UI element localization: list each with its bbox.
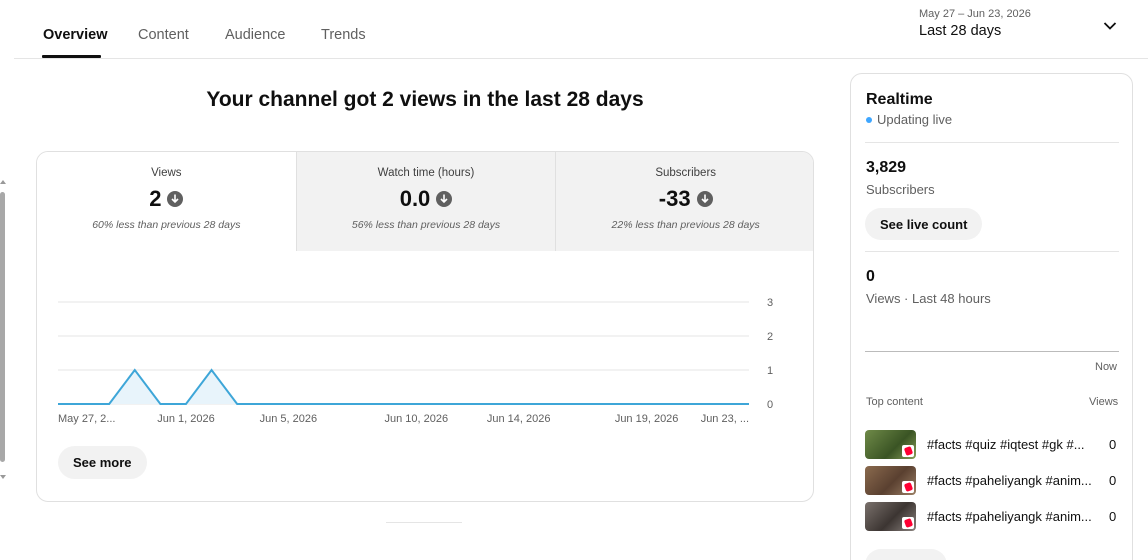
date-range-dates: May 27 – Jun 23, 2026 (919, 8, 1031, 20)
views-column-header: Views (1089, 396, 1119, 408)
video-views: 0 (1109, 473, 1117, 488)
live-status-text: Updating live (877, 112, 953, 127)
metric-subscribers[interactable]: Subscribers -33 22% less than previous 2… (555, 152, 813, 251)
now-label: Now (1095, 361, 1118, 373)
realtime-views-label: Views · Last 48 hours (866, 291, 991, 306)
x-tick-label: Jun 23, ... (701, 413, 749, 425)
metric-watch-time[interactable]: Watch time (hours) 0.0 56% less than pre… (295, 152, 556, 251)
metric-label: Views (151, 167, 182, 179)
scrollbar-thumb[interactable] (0, 192, 5, 462)
chevron-down-icon (1103, 22, 1117, 30)
y-tick-label: 3 (767, 297, 773, 309)
overview-card: Views 2 60% less than previous 28 days W… (36, 151, 814, 502)
scroll-up-arrow-icon[interactable] (0, 180, 6, 184)
x-tick-label: May 27, 2... (58, 413, 115, 425)
shorts-icon (902, 481, 914, 493)
arrow-down-circle-icon (436, 191, 453, 207)
top-content-item[interactable]: #facts #quiz #iqtest #gk #... 0 (865, 430, 1121, 460)
scroll-down-arrow-icon[interactable] (0, 475, 6, 479)
see-live-count-button[interactable]: See live count (865, 208, 983, 240)
top-content-item[interactable]: #facts #paheliyangk #anim... 0 (865, 502, 1121, 532)
tab-content[interactable]: Content (138, 27, 189, 43)
arrow-down-circle-icon (696, 191, 713, 207)
metric-label: Watch time (hours) (377, 167, 475, 179)
go-to-report-button[interactable] (865, 549, 947, 560)
tab-overview[interactable]: Overview (43, 27, 108, 43)
metric-label: Subscribers (655, 167, 717, 179)
top-content-item[interactable]: #facts #paheliyangk #anim... 0 (865, 466, 1121, 496)
video-thumbnail (865, 466, 916, 495)
subscriber-count: 3,829 (866, 159, 907, 176)
subscriber-label: Subscribers (866, 182, 935, 197)
area-fill (58, 370, 749, 404)
series-line (58, 368, 749, 405)
live-dot-icon (866, 116, 872, 123)
video-title: #facts #paheliyangk #anim... (927, 509, 1092, 524)
arrow-down-circle-icon (167, 191, 184, 207)
metric-delta: 22% less than previous 28 days (611, 219, 760, 231)
x-tick-label: Jun 10, 2026 (384, 413, 448, 425)
video-thumbnail (865, 430, 916, 459)
metric-value: 0.0 (399, 186, 431, 211)
date-range-label: Last 28 days (919, 23, 1002, 39)
realtime-panel: Realtime Updating live 3,829 Subscribers… (850, 73, 1133, 560)
shorts-icon (902, 445, 914, 457)
page-headline: Your channel got 2 views in the last 28 … (206, 88, 644, 111)
date-range-selector[interactable]: May 27 – Jun 23, 2026 Last 28 days (919, 8, 1124, 48)
scrollbar[interactable] (0, 180, 8, 480)
realtime-chart-axis (865, 351, 1119, 352)
x-tick-label: Jun 5, 2026 (260, 413, 318, 425)
live-status: Updating live (866, 112, 952, 127)
video-views: 0 (1109, 509, 1117, 524)
views-chart: 0 1 2 3 May 27, 2... Jun 1, 2026 Jun 5, 2026 Ju… (58, 297, 773, 425)
video-thumbnail (865, 502, 916, 531)
x-tick-label: Jun 1, 2026 (157, 413, 215, 425)
video-title: #facts #quiz #iqtest #gk #... (927, 437, 1085, 452)
x-tick-label: Jun 14, 2026 (487, 413, 551, 425)
divider (865, 142, 1119, 143)
tab-audience[interactable]: Audience (225, 27, 285, 43)
metric-value: -33 (658, 186, 691, 211)
metric-value: 2 (149, 186, 162, 211)
divider (865, 251, 1119, 252)
x-tick-label: Jun 19, 2026 (615, 413, 679, 425)
metric-tabs: Views 2 60% less than previous 28 days W… (37, 152, 813, 251)
y-tick-label: 2 (767, 331, 773, 343)
realtime-views-count: 0 (866, 268, 875, 285)
see-more-button[interactable]: See more (58, 446, 147, 479)
metric-delta: 60% less than previous 28 days (92, 219, 241, 231)
video-views: 0 (1109, 437, 1117, 452)
realtime-title: Realtime (866, 91, 933, 108)
video-title: #facts #paheliyangk #anim... (927, 473, 1092, 488)
shorts-icon (902, 517, 914, 529)
y-tick-label: 1 (767, 365, 773, 377)
tab-trends[interactable]: Trends (321, 27, 366, 43)
active-tab-indicator (42, 55, 101, 58)
y-tick-label: 0 (767, 399, 773, 411)
metric-delta: 56% less than previous 28 days (351, 219, 501, 231)
metric-views[interactable]: Views 2 60% less than previous 28 days (37, 152, 296, 251)
top-content-header: Top content (866, 396, 923, 408)
divider (386, 522, 462, 523)
